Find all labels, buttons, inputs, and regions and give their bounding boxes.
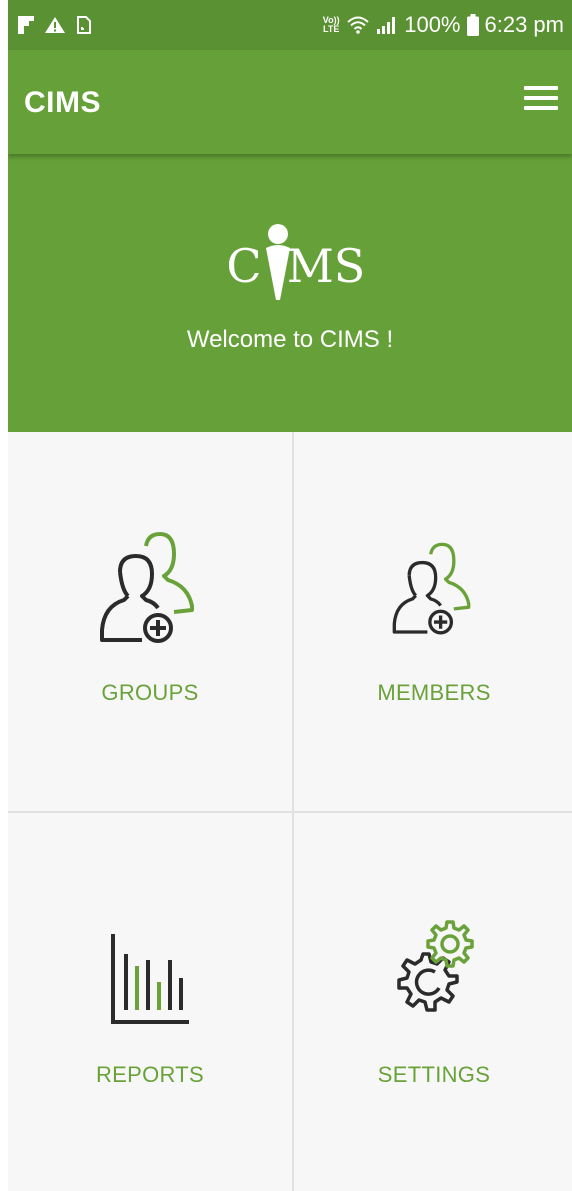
hamburger-menu-button[interactable] — [524, 86, 558, 116]
warning-icon — [45, 17, 65, 33]
dashboard-grid: GROUPS MEMBERS REPORTS SETTINGS — [8, 432, 572, 1191]
groups-tile[interactable]: GROUPS — [8, 432, 292, 812]
app-title: CIMS — [24, 86, 101, 119]
hamburger-icon-line — [524, 106, 558, 110]
reports-tile[interactable]: REPORTS — [8, 812, 292, 1191]
wifi-icon — [347, 16, 369, 34]
status-time: 6:23 pm — [484, 12, 565, 37]
cims-logo: C MS — [226, 224, 366, 300]
screen-edge — [0, 0, 8, 1191]
hamburger-icon-line — [524, 96, 558, 100]
screenshot-icon — [77, 16, 91, 34]
members-label: MEMBERS — [377, 680, 491, 705]
members-tile[interactable]: MEMBERS — [292, 432, 572, 812]
groups-label: GROUPS — [101, 680, 199, 705]
settings-tile[interactable]: SETTINGS — [292, 812, 572, 1191]
reports-label: REPORTS — [95, 1062, 205, 1087]
battery-icon — [466, 14, 479, 36]
status-left-icons — [8, 15, 92, 35]
volte-label: Vo)) LTE — [322, 15, 340, 34]
logo-text-right: MS — [287, 239, 366, 293]
logo-text-left: C — [226, 239, 261, 293]
status-bar: Vo)) LTE 100% 6:23 pm — [8, 0, 572, 50]
gears-icon — [397, 920, 474, 1012]
phone-screen: Vo)) LTE 100% 6:23 pm CIMS C MS Welcome … — [8, 0, 572, 1191]
welcome-text: Welcome to CIMS ! — [186, 326, 394, 353]
settings-label: SETTINGS — [377, 1062, 491, 1087]
hero-banner: C MS Welcome to CIMS ! — [8, 154, 572, 432]
flipboard-icon — [18, 16, 34, 34]
grid-divider-horizontal — [8, 811, 572, 813]
app-bar: CIMS — [8, 50, 572, 154]
battery-percent: 100% — [404, 12, 461, 37]
bar-chart-icon — [111, 934, 189, 1024]
status-right-icons: Vo)) LTE 100% 6:23 pm — [322, 12, 572, 38]
add-group-icon — [100, 532, 194, 643]
hamburger-icon — [524, 86, 558, 90]
add-member-icon — [392, 542, 471, 635]
signal-icon — [377, 17, 396, 34]
